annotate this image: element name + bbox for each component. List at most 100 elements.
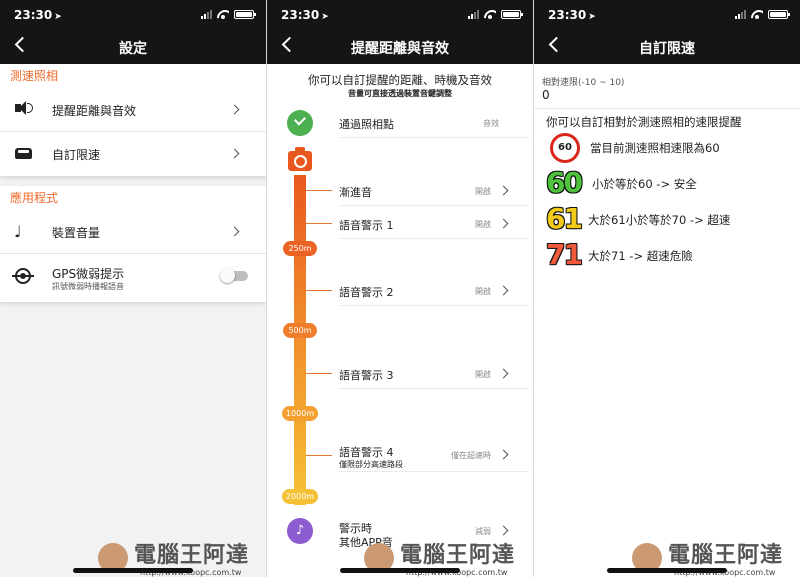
legend-text: 大於71 -> 超速危險 bbox=[588, 249, 693, 263]
location-arrow-icon: ➤ bbox=[588, 12, 596, 22]
page-title: 提醒距離與音效 bbox=[351, 41, 449, 57]
row-gps-weak-alert: GPS微弱提示 訊號微弱時播報語音 bbox=[0, 254, 266, 302]
status-icons bbox=[468, 10, 523, 19]
status-time: 23:30 ➤ bbox=[281, 8, 329, 22]
row-value: 開啟 bbox=[475, 187, 491, 196]
row-sublabel: 訊號微弱時播報語音 bbox=[52, 282, 124, 291]
signal-icon bbox=[201, 10, 212, 19]
tick bbox=[306, 455, 332, 456]
relative-limit-input[interactable]: 0 bbox=[542, 88, 550, 102]
input-underline bbox=[534, 108, 800, 109]
row-value: 開啟 bbox=[475, 370, 491, 379]
chevron-right-icon bbox=[498, 368, 509, 379]
row-value: 開啟 bbox=[475, 220, 491, 229]
page-title: 自訂限速 bbox=[639, 41, 695, 57]
row-label: 語音警示 3 bbox=[339, 369, 394, 382]
row-label: 語音警示 2 bbox=[339, 286, 394, 299]
row-label: 提醒距離與音效 bbox=[52, 104, 137, 118]
location-arrow-icon: ➤ bbox=[54, 12, 62, 22]
home-indicator bbox=[340, 568, 460, 573]
battery-icon bbox=[768, 10, 790, 19]
row-device-volume[interactable]: ♩ 裝置音量 bbox=[0, 210, 266, 254]
row-value: 僅在超速時 bbox=[451, 451, 491, 460]
row-voice-alert-4[interactable]: 語音警示 4 僅限部分高速路段 僅在超速時 bbox=[339, 436, 529, 472]
signal-icon bbox=[468, 10, 479, 19]
settings-screen: 23:30 ➤ 設定 測速照相 提醒距離與音效 自訂限速 應用程式 ♩ 裝置音量… bbox=[0, 0, 266, 577]
row-pass-camera[interactable]: 通過照相點 音效 bbox=[339, 108, 529, 138]
row-value: 減弱 bbox=[475, 527, 491, 536]
row-alert-distance-sound[interactable]: 提醒距離與音效 bbox=[0, 88, 266, 132]
gps-weak-toggle[interactable] bbox=[220, 268, 248, 283]
wifi-icon bbox=[217, 10, 229, 19]
row-label: 語音警示 1 bbox=[339, 219, 394, 232]
legend-text: 當目前測速照相速限為60 bbox=[590, 141, 720, 155]
section-title: 應用程式 bbox=[10, 191, 59, 205]
intro-subtext: 音量可直接透過裝置音鍵調整 bbox=[348, 89, 452, 98]
legend-text: 大於61小於等於70 -> 超速 bbox=[588, 213, 731, 227]
screenshot-collage: 23:30 ➤ 設定 測速照相 提醒距離與音效 自訂限速 應用程式 ♩ 裝置音量… bbox=[0, 0, 800, 577]
distance-marker-2000m: 2000m bbox=[282, 489, 318, 504]
sound-waves-icon bbox=[27, 103, 33, 113]
battery-icon bbox=[501, 10, 523, 19]
distance-marker-1000m: 1000m bbox=[282, 406, 318, 421]
chevron-right-icon bbox=[229, 148, 240, 159]
row-value: 開啟 bbox=[475, 287, 491, 296]
relative-limit-label: 相對速限(-10 ~ 10) bbox=[542, 78, 625, 88]
battery-icon bbox=[234, 10, 256, 19]
home-indicator bbox=[607, 568, 727, 573]
row-custom-speed-limit[interactable]: 自訂限速 bbox=[0, 132, 266, 176]
intro-text: 你可以自訂提醒的距離、時機及音效 bbox=[308, 73, 492, 87]
hint-text: 你可以自訂相對於測速照相的速限提醒 bbox=[546, 115, 742, 129]
wifi-icon bbox=[484, 10, 496, 19]
row-label: GPS微弱提示 bbox=[52, 267, 125, 281]
status-icons bbox=[201, 10, 256, 19]
status-time: 23:30 ➤ bbox=[548, 8, 596, 22]
alert-distance-screen: 23:30 ➤ 提醒距離與音效 你可以自訂提醒的距離、時機及音效 音量可直接透過裝… bbox=[267, 0, 533, 577]
badge-safe: 60 bbox=[546, 166, 583, 199]
row-voice-alert-3[interactable]: 語音警示 3 開啟 bbox=[339, 359, 529, 389]
tick bbox=[306, 223, 332, 224]
chevron-right-icon bbox=[498, 218, 509, 229]
row-voice-alert-1[interactable]: 語音警示 1 開啟 bbox=[339, 209, 529, 239]
row-value: 音效 bbox=[483, 119, 499, 128]
signal-icon bbox=[735, 10, 746, 19]
tick bbox=[306, 290, 332, 291]
top-bar: 23:30 ➤ 自訂限速 bbox=[534, 0, 800, 64]
wifi-icon bbox=[751, 10, 763, 19]
row-label: 自訂限速 bbox=[52, 148, 101, 162]
chevron-right-icon bbox=[498, 525, 509, 536]
watermark-text: 電腦王阿達 bbox=[400, 543, 516, 568]
watermark-text: 電腦王阿達 bbox=[668, 543, 784, 568]
tick bbox=[306, 190, 332, 191]
custom-speed-limit-screen: 23:30 ➤ 自訂限速 相對速限(-10 ~ 10) 0 你可以自訂相對於測速照… bbox=[534, 0, 800, 577]
camera-icon bbox=[288, 147, 312, 171]
chevron-right-icon bbox=[229, 104, 240, 115]
row-voice-alert-2[interactable]: 語音警示 2 開啟 bbox=[339, 276, 529, 306]
distance-marker-250m: 250m bbox=[283, 241, 317, 256]
watermark-text: 電腦王阿達 bbox=[134, 543, 250, 568]
badge-over: 61 bbox=[546, 202, 583, 235]
page-title: 設定 bbox=[119, 41, 147, 57]
status-icons bbox=[735, 10, 790, 19]
music-note-icon: ♩ bbox=[14, 222, 22, 241]
music-note-icon: ♪ bbox=[287, 518, 313, 544]
distance-marker-500m: 500m bbox=[283, 323, 317, 338]
section-title: 測速照相 bbox=[10, 69, 59, 83]
status-time: 23:30 ➤ bbox=[14, 8, 62, 22]
legend-text: 小於等於60 -> 安全 bbox=[592, 177, 697, 191]
row-sublabel: 僅限部分高速路段 bbox=[339, 460, 403, 469]
speed-limit-sign-icon: 60 bbox=[550, 133, 580, 163]
volume-icon bbox=[15, 101, 26, 115]
section-speed-camera: 測速照相 提醒距離與音效 自訂限速 bbox=[0, 64, 266, 176]
chevron-right-icon bbox=[229, 226, 240, 237]
section-app: 應用程式 ♩ 裝置音量 GPS微弱提示 訊號微弱時播報語音 bbox=[0, 186, 266, 302]
home-indicator bbox=[73, 568, 193, 573]
check-icon bbox=[287, 110, 313, 136]
chevron-right-icon bbox=[498, 449, 509, 460]
badge-danger: 71 bbox=[546, 238, 583, 271]
car-icon bbox=[15, 148, 32, 159]
distance-track bbox=[294, 175, 306, 505]
location-arrow-icon: ➤ bbox=[321, 12, 329, 22]
row-label: 語音警示 4 bbox=[339, 446, 394, 459]
row-progressive-tone[interactable]: 漸進音 開啟 bbox=[339, 176, 529, 206]
